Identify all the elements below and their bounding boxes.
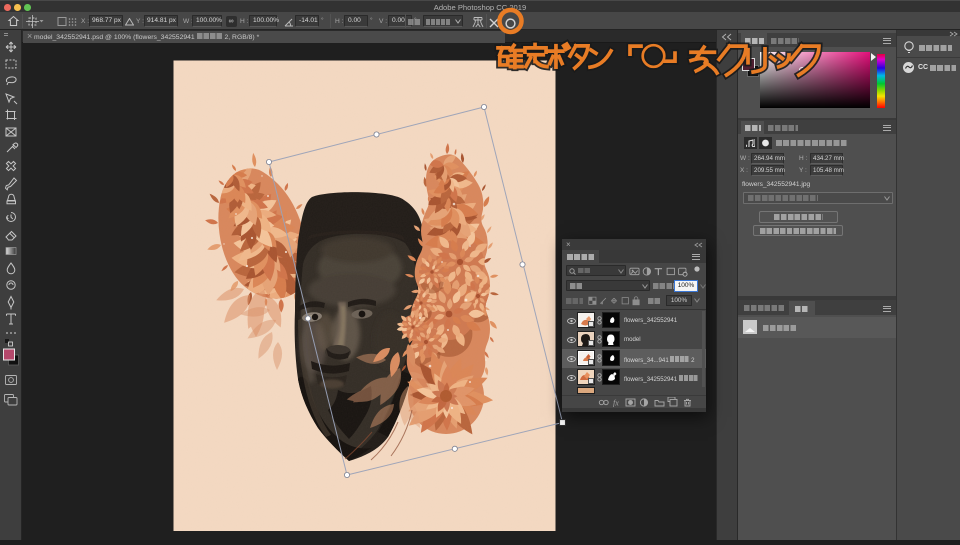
svg-text:fx: fx <box>613 399 619 408</box>
